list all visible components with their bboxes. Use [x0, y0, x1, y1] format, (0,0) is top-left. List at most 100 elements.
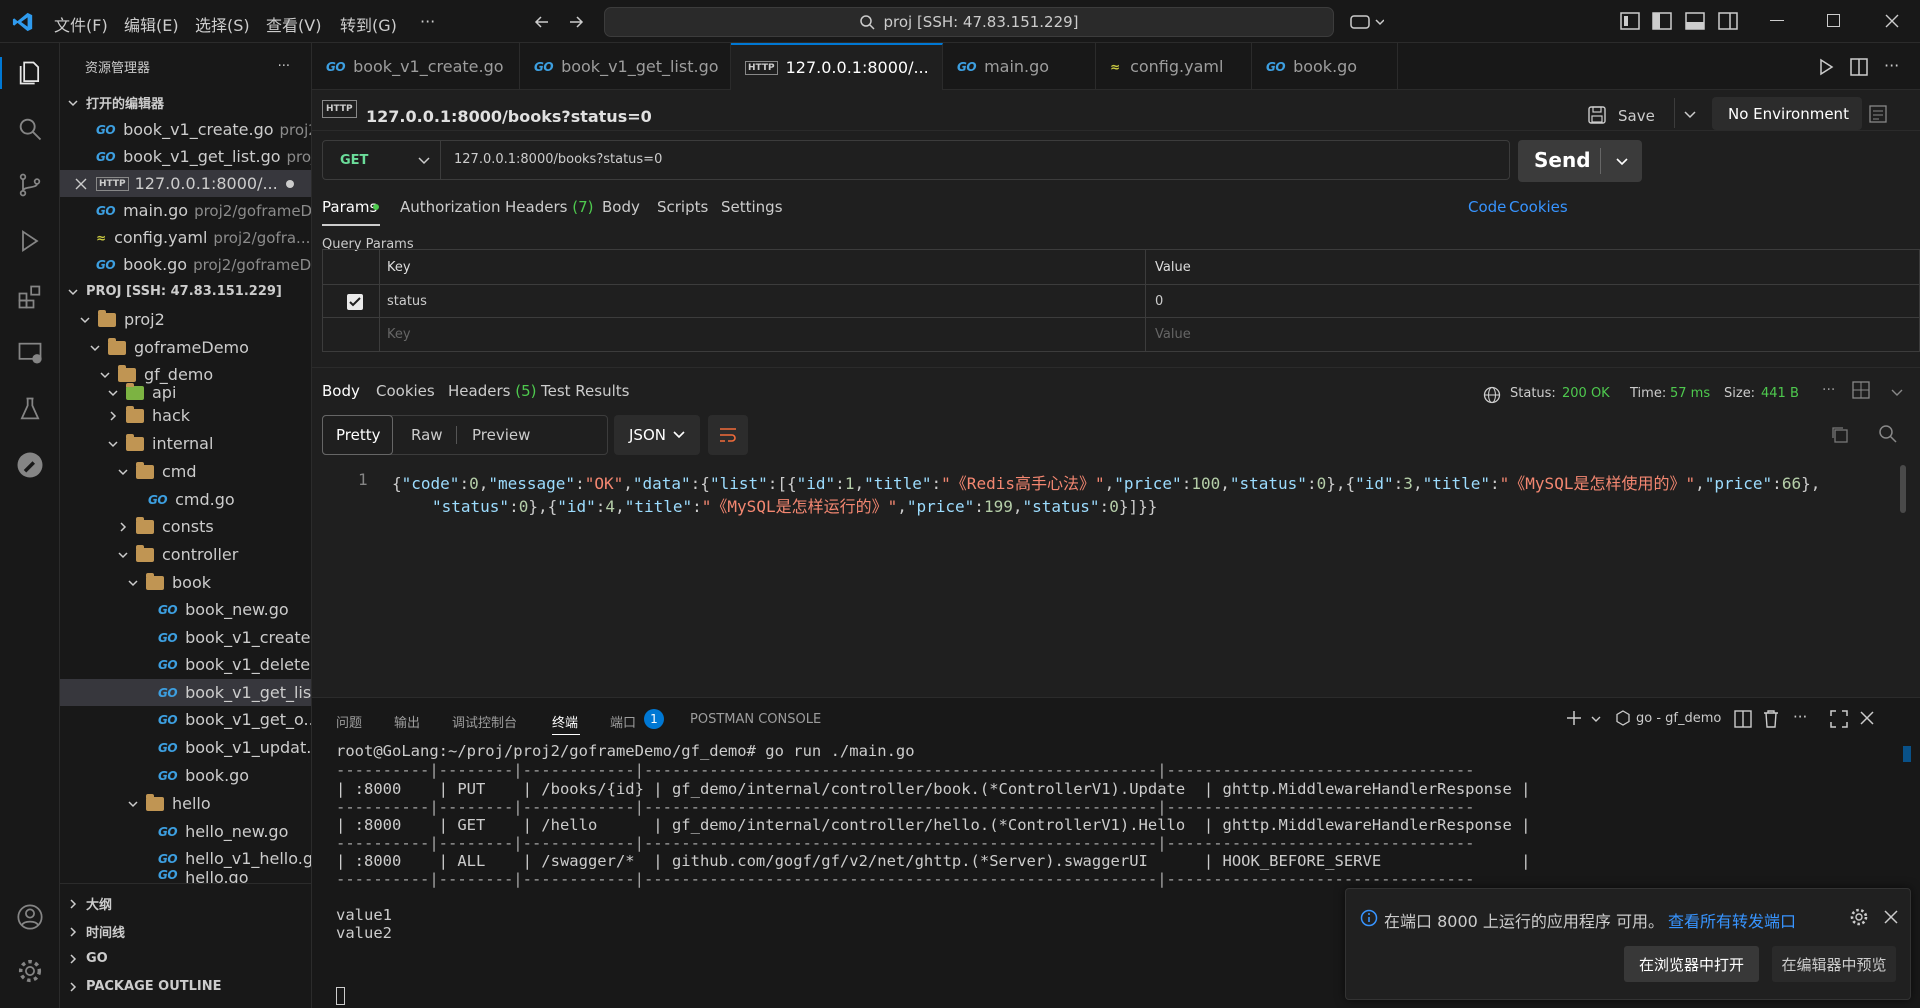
scrollbar[interactable] [1900, 465, 1906, 513]
restore-icon[interactable] [1827, 14, 1840, 27]
tree-file-selected[interactable]: GObook_v1_get_lis... [60, 679, 311, 706]
more-actions-icon[interactable]: ··· [1793, 708, 1807, 726]
panel-tab-problems[interactable]: 问题 [336, 712, 362, 731]
tree-file[interactable]: GO book_v1_get_o... [60, 706, 311, 733]
customize-layout-icon[interactable] [1620, 12, 1640, 30]
code-link[interactable]: Code [1468, 198, 1506, 216]
notification-link[interactable]: 查看所有转发端口 [1668, 908, 1796, 932]
menu-selection[interactable]: 选择(S) [195, 12, 250, 36]
trash-icon[interactable] [1762, 709, 1780, 729]
tab-book-v1-create[interactable]: GO book_v1_create.go [312, 43, 520, 90]
tab-main-go[interactable]: GO main.go [943, 43, 1096, 90]
tab-params[interactable]: Params [322, 198, 377, 216]
tree-folder[interactable]: hello [60, 790, 311, 817]
panel-tab-terminal[interactable]: 终端 [552, 712, 578, 731]
tree-file[interactable]: GO book_v1_delete... [60, 651, 311, 678]
tab-settings[interactable]: Settings [721, 198, 783, 216]
view-raw-button[interactable]: Raw [411, 426, 443, 444]
tab-headers[interactable]: Headers (7) [505, 198, 593, 216]
chevron-down-icon[interactable] [416, 152, 432, 168]
request-title[interactable]: 127.0.0.1:8000/books?status=0 [366, 107, 652, 126]
search-icon[interactable] [1878, 424, 1898, 444]
response-tab-cookies[interactable]: Cookies [376, 382, 435, 400]
menu-edit[interactable]: 编辑(E) [124, 12, 179, 36]
response-tab-headers[interactable]: Headers (5) [448, 382, 536, 400]
tree-folder[interactable]: proj2 [60, 306, 311, 333]
panel-tab-ports[interactable]: 端口 [610, 712, 636, 731]
tab-authorization[interactable]: Authorization [400, 198, 500, 216]
tab-scripts[interactable]: Scripts [657, 198, 708, 216]
more-actions-icon[interactable]: ··· [278, 59, 290, 74]
tree-file[interactable]: GO hello_new.go [60, 818, 311, 845]
cookies-link[interactable]: Cookies [1509, 198, 1568, 216]
explorer-icon[interactable] [12, 55, 48, 91]
close-panel-icon[interactable] [1859, 710, 1875, 726]
package-outline-header[interactable]: PACKAGE OUTLINE [60, 973, 311, 1000]
run-debug-icon[interactable] [12, 223, 48, 259]
source-control-icon[interactable] [12, 167, 48, 203]
extensions-icon[interactable] [12, 279, 48, 315]
panel-tab-debug-console[interactable]: 调试控制台 [452, 712, 517, 731]
tree-file[interactable]: GO book_v1_updat... [60, 734, 311, 761]
open-editor-item[interactable]: GObook_v1_get_list.goproj... [60, 143, 311, 170]
tab-book-go[interactable]: GO book.go [1252, 43, 1398, 90]
account-icon[interactable] [12, 899, 48, 935]
tree-file[interactable]: GO hello.go [60, 868, 311, 884]
menu-view[interactable]: 查看(V) [266, 12, 321, 36]
split-editor-icon[interactable] [1850, 58, 1868, 76]
json-response-line-wrap[interactable]: "status":0},{"id":4,"title":"《MySQL是怎样运行… [432, 493, 1157, 517]
more-actions-icon[interactable]: ··· [1884, 56, 1899, 75]
tree-folder[interactable]: cmd [60, 458, 311, 485]
menu-go[interactable]: 转到(G) [340, 12, 397, 36]
panel-tab-postman-console[interactable]: POSTMAN CONSOLE [690, 712, 821, 727]
timeline-header[interactable]: 时间线 [60, 918, 311, 945]
open-editors-header[interactable]: 打开的编辑器 [60, 89, 311, 116]
workspace-header[interactable]: PROJ [SSH: 47.83.151.229] [60, 278, 311, 305]
param-value[interactable]: 0 [1155, 294, 1163, 309]
tree-folder[interactable]: controller [60, 541, 311, 568]
more-actions-icon[interactable]: ··· [1822, 382, 1835, 398]
tree-folder[interactable]: book [60, 569, 311, 596]
maximize-panel-icon[interactable] [1830, 710, 1848, 728]
open-editor-item[interactable]: GObook.goproj2/goframeD... [60, 251, 311, 278]
menu-file[interactable]: 文件(F) [54, 12, 108, 36]
minimize-icon[interactable] [1770, 20, 1784, 21]
tree-file[interactable]: GO cmd.go [60, 486, 311, 513]
open-editor-item[interactable]: GObook_v1_create.goproj2... [60, 116, 311, 143]
split-terminal-icon[interactable] [1734, 710, 1752, 728]
copy-icon[interactable] [1830, 425, 1848, 443]
copilot-icon[interactable] [1350, 12, 1384, 32]
outline-header[interactable]: 大纲 [60, 890, 311, 917]
save-button[interactable]: Save [1618, 107, 1655, 125]
manage-gear-icon[interactable] [12, 953, 48, 989]
json-response-line[interactable]: {"code":0,"message":"OK","data":{"list":… [392, 470, 1820, 494]
tab-http-request[interactable]: HTTP 127.0.0.1:8000/... [731, 43, 943, 90]
go-header[interactable]: GO [60, 945, 311, 972]
chevron-down-icon[interactable] [1682, 106, 1698, 122]
close-window-icon[interactable] [1884, 13, 1900, 29]
param-key[interactable]: status [387, 294, 427, 309]
search-icon[interactable] [12, 111, 48, 147]
remote-explorer-icon[interactable] [12, 335, 48, 371]
key-placeholder-input[interactable]: Key [387, 327, 411, 342]
toggle-panel-icon[interactable] [1685, 12, 1705, 30]
wrap-lines-button[interactable] [708, 415, 748, 455]
tree-folder[interactable]: hack [60, 402, 311, 429]
tree-folder[interactable]: goframeDemo [60, 334, 311, 361]
environment-quick-look-icon[interactable] [1869, 105, 1887, 123]
gear-icon[interactable] [1849, 907, 1869, 927]
testing-icon[interactable] [12, 391, 48, 427]
open-editor-item[interactable]: GOmain.goproj2/goframeD... [60, 197, 311, 224]
run-icon[interactable] [1817, 58, 1835, 76]
tree-folder[interactable]: consts [60, 513, 311, 540]
layout-toggle-icon[interactable] [1852, 381, 1870, 399]
panel-tab-output[interactable]: 输出 [394, 712, 420, 731]
forward-arrow-icon[interactable] [567, 13, 585, 31]
chevron-down-icon[interactable] [1890, 385, 1904, 399]
send-button[interactable]: Send [1518, 140, 1642, 182]
close-icon[interactable] [1883, 909, 1899, 925]
view-preview-button[interactable]: Preview [472, 426, 530, 444]
response-tab-test-results[interactable]: Test Results [541, 382, 629, 400]
back-arrow-icon[interactable] [533, 13, 551, 31]
toggle-secondary-sidebar-icon[interactable] [1718, 12, 1738, 30]
